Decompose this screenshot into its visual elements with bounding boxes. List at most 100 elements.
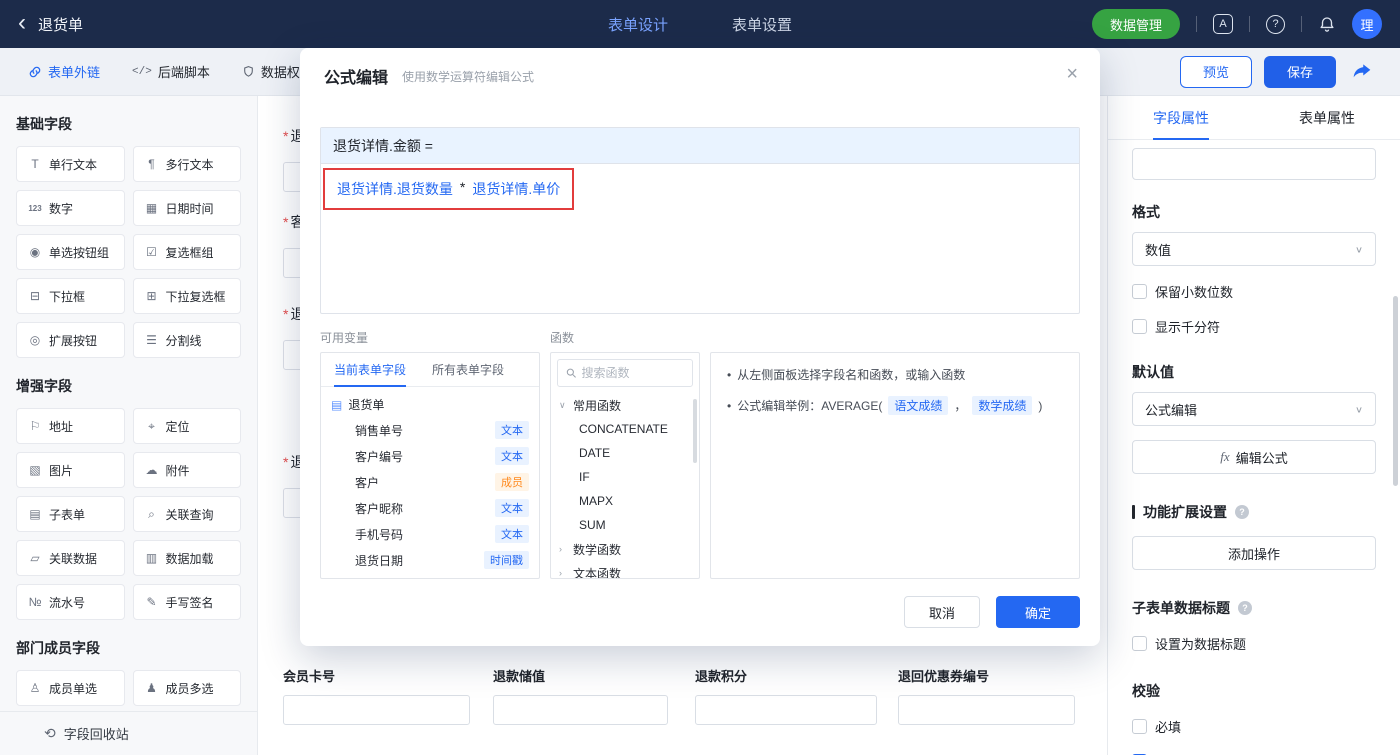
field-item-member-single[interactable]: ♙ 成员单选 (16, 670, 125, 706)
function-group-common[interactable]: ∨ 常用函数 (551, 393, 699, 417)
back-icon[interactable]: ‹ (18, 10, 26, 35)
default-value: 公式编辑 (1145, 402, 1198, 418)
field-item-datetime[interactable]: ▦ 日期时间 (132, 190, 241, 226)
formula-field-token: 退货详情.单价 (472, 181, 561, 197)
field-item-data-load[interactable]: ▥ 数据加载 (132, 540, 241, 576)
variable-sales-order-no[interactable]: 销售单号 文本 (321, 417, 539, 443)
toolbar-item-data-permission[interactable]: 数据权 (242, 62, 300, 81)
field-item-dropdown[interactable]: ⊟ 下拉框 (16, 278, 125, 314)
field-item-attachment[interactable]: ☁ 附件 (132, 452, 241, 488)
function-mapx[interactable]: MAPX (551, 489, 699, 513)
format-value: 数值 (1145, 242, 1172, 258)
field-item-number[interactable]: 123 数字 (16, 190, 125, 226)
field-item-image[interactable]: ▧ 图片 (16, 452, 125, 488)
confirm-button[interactable]: 确定 (996, 596, 1080, 628)
preview-button[interactable]: 预览 (1180, 55, 1252, 88)
type-tag: 文本 (495, 421, 529, 439)
member-card-input[interactable] (283, 695, 470, 725)
share-icon[interactable] (1352, 62, 1372, 82)
field-item-signature[interactable]: ✎ 手写签名 (132, 584, 241, 620)
tab-form-settings[interactable]: 表单设置 (732, 14, 792, 35)
divider (1301, 16, 1302, 32)
edit-formula-button[interactable]: fx 编辑公式 (1132, 440, 1376, 474)
function-group-text[interactable]: › 文本函数 (551, 561, 699, 579)
field-item-single-line-text[interactable]: T 单行文本 (16, 146, 125, 182)
checkbox-required[interactable]: 必填 (1132, 717, 1376, 736)
default-value-select[interactable]: 公式编辑 ∨ (1132, 392, 1376, 426)
function-date[interactable]: DATE (551, 441, 699, 465)
refund-stored-value-input[interactable] (493, 695, 668, 725)
function-concatenate[interactable]: CONCATENATE (551, 417, 699, 441)
field-item-divider[interactable]: ☰ 分割线 (132, 322, 241, 358)
section-subform-data-title: 子表单数据标题 ? (1132, 598, 1376, 618)
returned-coupon-input[interactable] (898, 695, 1075, 725)
chevron-down-icon: ∨ (1354, 404, 1363, 415)
function-sum[interactable]: SUM (551, 513, 699, 537)
toolbar-item-backend-script[interactable]: </> 后端脚本 (132, 62, 210, 81)
checkbox-set-data-title[interactable]: 设置为数据标题 (1132, 634, 1376, 653)
save-button[interactable]: 保存 (1264, 55, 1336, 88)
panel-labels: 可用变量 函数 (300, 329, 1100, 346)
function-search-input[interactable] (581, 366, 684, 380)
member-single-icon: ♙ (29, 681, 41, 695)
variable-return-date[interactable]: 退货日期 时间戳 (321, 547, 539, 573)
toolbar-items: 表单外链 </> 后端脚本 数据权 (28, 62, 300, 81)
tab-form-design[interactable]: 表单设计 (608, 14, 668, 35)
field-item-extend-button[interactable]: ◎ 扩展按钮 (16, 322, 125, 358)
field-item-dropdown-multi[interactable]: ⊞ 下拉复选框 (132, 278, 241, 314)
data-load-icon: ▥ (145, 551, 158, 565)
notification-bell-icon[interactable] (1318, 15, 1336, 33)
cancel-button[interactable]: 取消 (904, 596, 980, 628)
panel-scrollbar[interactable] (1393, 296, 1398, 486)
field-item-subform[interactable]: ▤ 子表单 (16, 496, 125, 532)
variable-customer[interactable]: 客户 成员 (321, 469, 539, 495)
bullet: • (727, 398, 732, 413)
field-item-label: 图片 (49, 463, 74, 478)
type-tag: 文本 (495, 447, 529, 465)
chevron-right-icon: › (559, 568, 562, 578)
question-icon[interactable]: ? (1238, 601, 1252, 615)
help-icon[interactable]: ? (1266, 14, 1285, 34)
formula-field-token: 退货详情.退货数量 (337, 181, 453, 197)
tab-field-properties[interactable]: 字段属性 (1108, 96, 1254, 139)
field-item-multi-line-text[interactable]: ¶ 多行文本 (132, 146, 241, 182)
function-if[interactable]: IF (551, 465, 699, 489)
variable-customer-nickname[interactable]: 客户昵称 文本 (321, 495, 539, 521)
question-icon[interactable]: ? (1235, 505, 1249, 519)
translate-icon[interactable]: A (1213, 14, 1233, 34)
field-item-label: 附件 (165, 463, 190, 478)
tab-all-form-fields[interactable]: 所有表单字段 (419, 353, 517, 386)
field-item-member-multi[interactable]: ♟ 成员多选 (132, 670, 241, 706)
checkbox-thousand-separator[interactable]: 显示千分符 (1132, 317, 1376, 336)
type-tag: 文本 (495, 525, 529, 543)
functions-scrollbar[interactable] (693, 399, 697, 463)
field-item-address[interactable]: ⚐ 地址 (16, 408, 125, 444)
tab-current-form-fields[interactable]: 当前表单字段 (321, 353, 419, 387)
field-item-radio-group[interactable]: ◉ 单选按钮组 (16, 234, 125, 270)
toolbar-item-external-link[interactable]: 表单外链 (28, 62, 100, 81)
avatar[interactable]: 理 (1352, 9, 1382, 39)
chevron-down-icon: ∨ (1354, 244, 1363, 255)
tab-form-properties[interactable]: 表单属性 (1254, 96, 1400, 139)
format-select[interactable]: 数值 ∨ (1132, 232, 1376, 266)
variable-name: 客户 (355, 475, 380, 490)
field-item-linked-query[interactable]: ⌕ 关联查询 (132, 496, 241, 532)
field-item-location[interactable]: ⌖ 定位 (132, 408, 241, 444)
refund-points-input[interactable] (695, 695, 877, 725)
field-item-serial-number[interactable]: № 流水号 (16, 584, 125, 620)
data-manage-button[interactable]: 数据管理 (1091, 9, 1180, 39)
field-recycle-bin[interactable]: ⟲ 字段回收站 (0, 711, 257, 755)
field-item-linked-data[interactable]: ▱ 关联数据 (16, 540, 125, 576)
variables-tree-root[interactable]: ▤ 退货单 (321, 387, 539, 417)
add-action-button[interactable]: 添加操作 (1132, 536, 1376, 570)
field-item-checkbox-group[interactable]: ☑ 复选框组 (132, 234, 241, 270)
enhanced-fields-grid: ⚐ 地址 ⌖ 定位 ▧ 图片 ☁ 附件 ▤ 子表单 ⌕ 关联查询 ▱ 关联数据 ▥ 数据加载 №… (16, 408, 241, 620)
field-title-input[interactable] (1132, 148, 1376, 180)
variables-panel: 当前表单字段 所有表单字段 ▤ 退货单 销售单号 文本 客户编号 文本 客户 成员 客… (320, 352, 540, 579)
checkbox-keep-decimal-places[interactable]: 保留小数位数 (1132, 282, 1376, 301)
function-group-math[interactable]: › 数学函数 (551, 537, 699, 561)
formula-input-area[interactable]: 退货详情.退货数量 * 退货详情.单价 (321, 164, 1079, 313)
variable-customer-no[interactable]: 客户编号 文本 (321, 443, 539, 469)
close-icon[interactable]: × (1066, 64, 1078, 84)
variable-phone-number[interactable]: 手机号码 文本 (321, 521, 539, 547)
